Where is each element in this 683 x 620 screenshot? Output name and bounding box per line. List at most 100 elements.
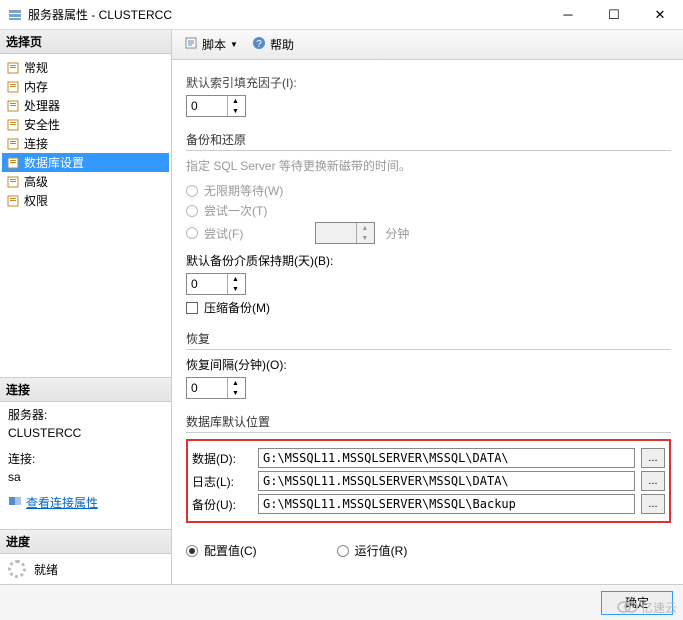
page-icon <box>6 118 20 132</box>
page-tree: 常规 内存 处理器 安全性 连接 数据库设置 <box>0 54 171 214</box>
spin-down-icon: ▼ <box>357 233 372 243</box>
maximize-button[interactable]: ☐ <box>591 0 637 30</box>
tree-item-permissions[interactable]: 权限 <box>2 191 169 210</box>
help-icon: ? <box>252 36 266 53</box>
log-path-input[interactable] <box>258 471 635 491</box>
radio-running[interactable] <box>337 545 349 557</box>
data-path-label: 数据(D): <box>192 450 252 467</box>
watermark: 亿速云 <box>616 599 677 616</box>
try-once-label: 尝试一次(T) <box>204 202 267 219</box>
recovery-interval-label: 恢复间隔(分钟)(O): <box>186 356 287 373</box>
select-page-header: 选择页 <box>0 30 171 54</box>
tree-item-label: 安全性 <box>24 116 60 133</box>
spin-up-icon[interactable]: ▲ <box>228 378 243 388</box>
spin-up-icon: ▲ <box>357 223 372 233</box>
data-browse-button[interactable]: ... <box>641 448 665 468</box>
spin-down-icon[interactable]: ▼ <box>228 106 243 116</box>
tree-item-processors[interactable]: 处理器 <box>2 96 169 115</box>
page-icon <box>6 61 20 75</box>
compress-backup-label: 压缩备份(M) <box>204 299 270 316</box>
progress-header: 进度 <box>0 530 171 554</box>
page-icon <box>6 80 20 94</box>
tree-item-database-settings[interactable]: 数据库设置 <box>2 153 169 172</box>
data-path-input[interactable] <box>258 448 635 468</box>
tree-item-memory[interactable]: 内存 <box>2 77 169 96</box>
compress-backup-checkbox[interactable] <box>186 302 198 314</box>
toolbar: 脚本 ▼ ? 帮助 <box>172 30 683 60</box>
left-pane: 选择页 常规 内存 处理器 安全性 连接 <box>0 30 172 584</box>
dropdown-icon: ▼ <box>230 40 238 49</box>
recovery-interval-input[interactable] <box>187 378 227 398</box>
tree-item-label: 权限 <box>24 192 48 209</box>
script-icon <box>184 36 198 53</box>
try-minutes-stepper: ▲▼ <box>315 222 375 244</box>
backup-path-label: 备份(U): <box>192 496 252 513</box>
media-retention-stepper[interactable]: ▲▼ <box>186 273 246 295</box>
radio-try-once <box>186 205 198 217</box>
backup-browse-button[interactable]: ... <box>641 494 665 514</box>
right-pane: 脚本 ▼ ? 帮助 默认索引填充因子(I): ▲▼ 备份和还原 指定 SQL S… <box>172 30 683 584</box>
page-icon <box>6 137 20 151</box>
radio-wait-forever <box>186 185 198 197</box>
tree-item-connections[interactable]: 连接 <box>2 134 169 153</box>
progress-spinner-icon <box>8 560 26 578</box>
tree-item-label: 处理器 <box>24 97 60 114</box>
view-connection-properties-link[interactable]: 查看连接属性 <box>0 490 171 515</box>
backup-path-input[interactable] <box>258 494 635 514</box>
conn-label: 连接: <box>8 450 163 468</box>
conn-value: sa <box>8 468 163 486</box>
spin-down-icon[interactable]: ▼ <box>228 388 243 398</box>
footer: 确定 亿速云 <box>0 584 683 620</box>
page-icon <box>6 175 20 189</box>
paths-highlight-box: 数据(D): ... 日志(L): ... 备份(U): ... <box>186 439 671 523</box>
try-for-label: 尝试(F) <box>204 225 243 242</box>
page-icon <box>6 99 20 113</box>
cloud-icon <box>616 599 638 616</box>
tree-item-label: 连接 <box>24 135 48 152</box>
try-minutes-input <box>316 223 356 243</box>
log-browse-button[interactable]: ... <box>641 471 665 491</box>
backup-restore-header: 备份和还原 <box>186 129 671 151</box>
radio-try-for <box>186 227 198 239</box>
server-value: CLUSTERCC <box>8 424 163 442</box>
spin-up-icon[interactable]: ▲ <box>228 96 243 106</box>
recovery-interval-stepper[interactable]: ▲▼ <box>186 377 246 399</box>
fill-factor-stepper[interactable]: ▲▼ <box>186 95 246 117</box>
fill-factor-label: 默认索引填充因子(I): <box>186 74 356 91</box>
svg-text:?: ? <box>256 39 262 50</box>
tree-item-advanced[interactable]: 高级 <box>2 172 169 191</box>
app-icon <box>8 8 22 22</box>
spin-up-icon[interactable]: ▲ <box>228 274 243 284</box>
window-title: 服务器属性 - CLUSTERCC <box>28 6 545 23</box>
running-label: 运行值(R) <box>355 542 408 559</box>
spin-down-icon[interactable]: ▼ <box>228 284 243 294</box>
radio-configured[interactable] <box>186 545 198 557</box>
content-area: 默认索引填充因子(I): ▲▼ 备份和还原 指定 SQL Server 等待更换… <box>172 60 683 584</box>
close-button[interactable]: ✕ <box>637 0 683 30</box>
minimize-button[interactable]: ─ <box>545 0 591 30</box>
tree-item-label: 常规 <box>24 59 48 76</box>
tree-item-label: 内存 <box>24 78 48 95</box>
progress-status: 就绪 <box>34 561 58 578</box>
connection-header: 连接 <box>0 378 171 402</box>
db-default-location-header: 数据库默认位置 <box>186 411 671 433</box>
server-label: 服务器: <box>8 406 163 424</box>
tree-item-label: 数据库设置 <box>24 154 84 171</box>
tree-item-security[interactable]: 安全性 <box>2 115 169 134</box>
media-retention-label: 默认备份介质保持期(天)(B): <box>186 252 333 269</box>
recovery-header: 恢复 <box>186 328 671 350</box>
tape-hint: 指定 SQL Server 等待更换新磁带的时间。 <box>186 157 671 174</box>
page-icon <box>6 194 20 208</box>
media-retention-input[interactable] <box>187 274 227 294</box>
titlebar: 服务器属性 - CLUSTERCC ─ ☐ ✕ <box>0 0 683 30</box>
script-button[interactable]: 脚本 ▼ <box>180 34 242 55</box>
log-path-label: 日志(L): <box>192 473 252 490</box>
fill-factor-input[interactable] <box>187 96 227 116</box>
page-icon <box>6 156 20 170</box>
help-button[interactable]: ? 帮助 <box>248 34 298 55</box>
configured-label: 配置值(C) <box>204 542 257 559</box>
window-buttons: ─ ☐ ✕ <box>545 0 683 30</box>
tree-item-general[interactable]: 常规 <box>2 58 169 77</box>
tree-item-label: 高级 <box>24 173 48 190</box>
minutes-suffix: 分钟 <box>385 225 409 242</box>
